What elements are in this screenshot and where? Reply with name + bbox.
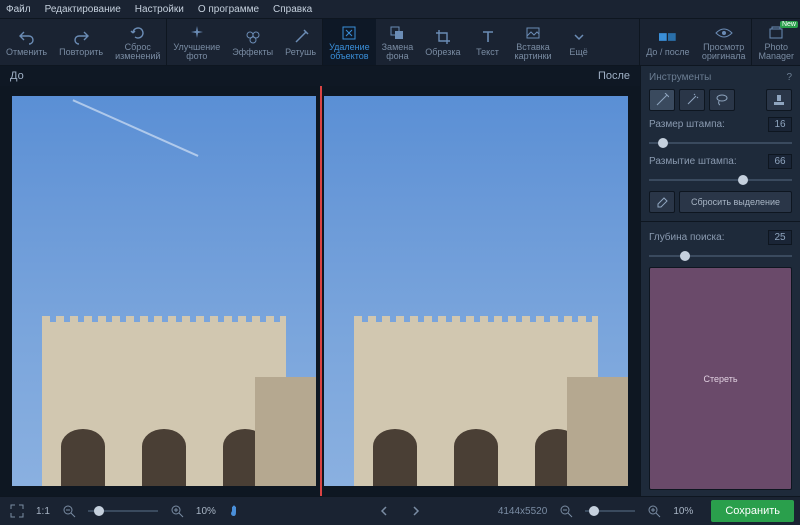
photo-manager-button[interactable]: NewPhoto Manager [752,19,800,65]
effects-icon [244,28,262,46]
reset-icon [129,24,147,42]
menu-edit[interactable]: Редактирование [45,4,121,15]
reset-selection-button[interactable]: Сбросить выделение [679,191,792,213]
eye-icon [715,24,733,42]
before-image[interactable] [12,96,316,486]
effects-button[interactable]: Эффекты [226,19,279,65]
stamp-blur-label: Размытие штампа: [649,156,737,167]
after-label: После [598,70,630,82]
wand-tool[interactable] [679,89,705,111]
panel-title: Инструменты [649,72,711,83]
text-icon [479,28,497,46]
undo-button[interactable]: Отменить [0,19,53,65]
retouch-icon [292,28,310,46]
menubar: Файл Редактирование Настройки О программ… [0,0,800,18]
view-original-button[interactable]: Просмотр оригинала [696,19,752,65]
brush-tool[interactable] [649,89,675,111]
insert-image-icon [524,24,542,42]
statusbar: 1:1 10% 4144x5520 10% Сохранить [0,496,800,525]
zoom-out-2[interactable] [555,501,577,521]
reset-button[interactable]: Сброс изменений [109,19,166,65]
fullscreen-button[interactable] [6,501,28,521]
replace-bg-button[interactable]: Замена фона [376,19,420,65]
erase-button[interactable]: Стереть [649,267,792,490]
enhance-icon [188,24,206,42]
zoom-out-button[interactable] [58,501,80,521]
stamp-size-value[interactable]: 16 [768,117,792,132]
hand-tool[interactable] [224,501,246,521]
text-button[interactable]: Текст [467,19,509,65]
stamp-blur-slider[interactable] [649,175,792,185]
remove-objects-icon [340,24,358,42]
before-after-icon [659,28,677,46]
compare-divider[interactable] [320,86,322,496]
image-dimensions: 4144x5520 [498,506,548,517]
lasso-tool[interactable] [709,89,735,111]
panel-help[interactable]: ? [786,72,792,83]
search-depth-value[interactable]: 25 [768,230,792,245]
before-label: До [10,70,24,82]
menu-settings[interactable]: Настройки [135,4,184,15]
canvas-area: До После [0,66,640,496]
stamp-blur-value[interactable]: 66 [768,154,792,169]
redo-icon [72,28,90,46]
zoom-slider-2[interactable] [585,510,635,512]
replace-bg-icon [388,24,406,42]
zoom-in-2[interactable] [643,501,665,521]
zoom-slider[interactable] [88,510,158,512]
remove-objects-button[interactable]: Удаление объектов [323,19,376,65]
stamp-size-label: Размер штампа: [649,119,725,130]
fit-label[interactable]: 1:1 [36,506,50,517]
retouch-button[interactable]: Ретушь [279,19,322,65]
search-depth-label: Глубина поиска: [649,232,724,243]
canvas-body[interactable] [0,86,640,496]
search-depth-slider[interactable] [649,251,792,261]
main-toolbar: Отменить Повторить Сброс изменений Улучш… [0,18,800,66]
undo-icon [18,28,36,46]
stamp-size-slider[interactable] [649,138,792,148]
after-image[interactable] [324,96,628,486]
next-button[interactable] [405,501,427,521]
zoom-percent: 10% [196,506,216,517]
stamp-tool[interactable] [766,89,792,111]
crop-icon [434,28,452,46]
zoom-in-button[interactable] [166,501,188,521]
menu-help[interactable]: Справка [273,4,312,15]
eraser-tool[interactable] [649,191,675,213]
redo-button[interactable]: Повторить [53,19,109,65]
save-button[interactable]: Сохранить [711,500,794,522]
prev-button[interactable] [373,501,395,521]
new-badge: New [780,21,798,28]
before-after-button[interactable]: До / после [640,19,696,65]
menu-about[interactable]: О программе [198,4,259,15]
zoom-percent-2: 10% [673,506,693,517]
crop-button[interactable]: Обрезка [419,19,466,65]
chevron-down-icon [570,28,588,46]
menu-file[interactable]: Файл [6,4,31,15]
more-button[interactable]: Ещё [558,19,600,65]
insert-image-button[interactable]: Вставка картинки [509,19,558,65]
enhance-button[interactable]: Улучшение фото [167,19,226,65]
tools-panel: Инструменты ? Размер штампа: 16 Размытие … [640,66,800,496]
